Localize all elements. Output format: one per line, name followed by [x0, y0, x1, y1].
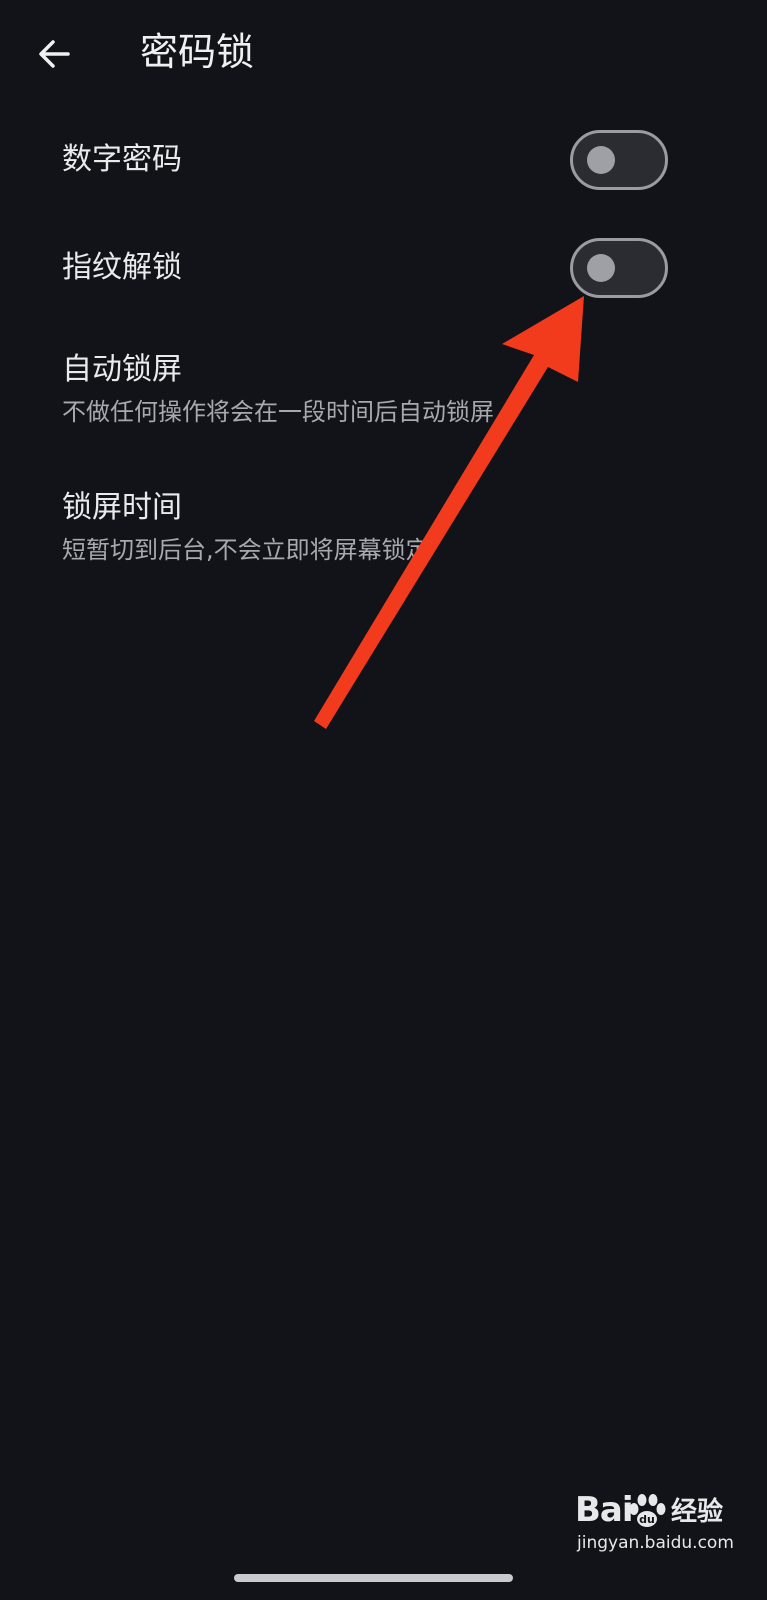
setting-row-digital-password[interactable]: 数字密码: [0, 110, 767, 210]
svg-text:du: du: [639, 1513, 655, 1526]
setting-row-auto-lock[interactable]: 自动锁屏 不做任何操作将会在一段时间后自动锁屏: [0, 340, 767, 450]
fingerprint-unlock-toggle[interactable]: [570, 238, 668, 298]
toggle-knob: [587, 254, 615, 282]
back-button[interactable]: [30, 30, 78, 78]
setting-title: 自动锁屏: [62, 352, 182, 387]
watermark-brand: Bai: [575, 1490, 634, 1530]
setting-title: 指纹解锁: [62, 250, 182, 285]
digital-password-toggle[interactable]: [570, 130, 668, 190]
page-title: 密码锁: [140, 30, 255, 74]
paw-icon: du: [629, 1494, 666, 1527]
setting-subtitle: 短暂切到后台,不会立即将屏幕锁定: [62, 536, 430, 564]
setting-title: 数字密码: [62, 142, 182, 177]
setting-subtitle: 不做任何操作将会在一段时间后自动锁屏: [62, 398, 494, 426]
arrow-left-icon: [39, 40, 70, 68]
toggle-knob: [587, 146, 615, 174]
setting-row-fingerprint-unlock[interactable]: 指纹解锁: [0, 218, 767, 318]
home-indicator[interactable]: [234, 1574, 513, 1582]
app-header: 密码锁: [0, 0, 767, 110]
setting-row-lock-time[interactable]: 锁屏时间 短暂切到后台,不会立即将屏幕锁定: [0, 478, 767, 588]
setting-title: 锁屏时间: [62, 490, 182, 525]
watermark-brand-suffix: 经验: [671, 1497, 724, 1527]
watermark-url: jingyan.baidu.com: [577, 1533, 734, 1553]
baidu-jingyan-watermark: Bai du 经验 jingyan.baidu.com: [575, 1490, 755, 1560]
